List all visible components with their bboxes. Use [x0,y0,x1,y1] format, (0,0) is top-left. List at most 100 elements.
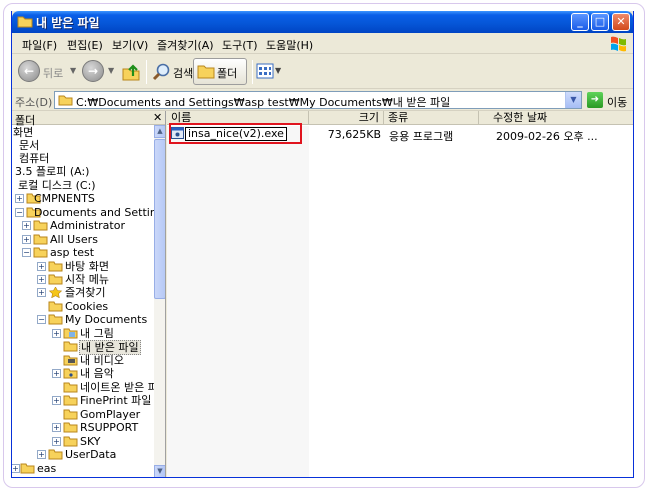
folder-icon [48,261,63,272]
views-icon [256,63,274,79]
tree-item[interactable]: 컴퓨터 [12,152,154,165]
collapse-icon[interactable]: − [37,315,46,324]
folder-open-icon [33,247,48,258]
folder-icon [63,422,78,433]
tree-item-selected[interactable]: 내 받은 파일 [12,340,154,355]
tree-item[interactable]: 3.5 플로피 (A:) [12,165,154,178]
title-bar[interactable]: 내 받은 파일 _ □ ✕ [12,11,633,33]
tree-item-label: My Documents [65,313,148,326]
table-row[interactable]: insa_nice(v2).exe 73,625KB 응용 프로그램 2009-… [167,123,633,144]
address-dropdown-icon[interactable]: ▼ [565,92,581,108]
minimize-button[interactable]: _ [571,13,589,31]
tree-item-label: 즐겨찾기 [65,286,106,299]
column-header-modified[interactable]: 수정한 날짜 [479,111,633,125]
tree-item-label: 시작 메뉴 [65,273,109,286]
forward-arrow-icon[interactable]: → [82,60,104,82]
menu-tools[interactable]: 도구(T) [222,37,258,53]
expand-icon[interactable]: + [37,262,46,271]
tree-vertical-scrollbar[interactable]: ▲ ▼ [154,125,165,477]
window-title: 내 받은 파일 [36,16,100,30]
address-input[interactable]: C:₩Documents and Settings₩asp test₩My Do… [54,91,582,109]
search-icon[interactable] [152,62,172,82]
expand-icon[interactable]: + [52,369,61,378]
back-dropdown-icon[interactable]: ▼ [70,66,76,75]
tree-item-label: FinePrint 파일 [80,394,152,407]
menu-view[interactable]: 보기(V) [112,37,148,53]
expand-icon[interactable]: + [22,221,31,230]
tree-item[interactable]: − Documents and Settings [12,206,154,219]
back-button-label[interactable]: 뒤로 [43,65,63,81]
tree-item[interactable]: + 즐겨찾기 [12,286,154,299]
tree-item[interactable]: + Administrator [12,219,154,232]
close-button[interactable]: ✕ [612,13,630,31]
expand-icon[interactable]: + [37,450,46,459]
tree-item[interactable]: + All Users [12,233,154,246]
collapse-icon[interactable]: − [22,248,31,257]
menu-file[interactable]: 파일(F) [22,37,57,53]
expand-icon[interactable]: + [12,464,20,473]
folder-icon [48,274,63,285]
scroll-thumb[interactable] [154,139,165,299]
tree-item[interactable]: 문서 [12,139,154,152]
expand-icon[interactable]: + [22,235,31,244]
search-button-label[interactable]: 검색 [173,65,193,81]
expand-icon[interactable]: + [15,194,24,203]
tree-item[interactable]: + UserData [12,448,154,461]
column-header-size[interactable]: 크기 [309,111,384,125]
scroll-up-icon[interactable]: ▲ [154,125,165,138]
tree-item[interactable]: 화면 [12,126,154,139]
music-folder-icon [63,368,78,379]
address-path: C:₩Documents and Settings₩asp test₩My Do… [76,96,451,109]
tree-item[interactable]: 내 비디오 [12,354,154,367]
expand-icon[interactable]: + [52,423,61,432]
folders-icon [197,65,215,79]
back-arrow-icon[interactable]: ← [18,60,40,82]
menu-favorites[interactable]: 즐겨찾기(A) [157,37,214,53]
tree-item[interactable]: + 내 그림 [12,327,154,340]
tree-item-label: 네이트온 받은 파 [80,381,154,394]
folders-button-label: 폴더 [217,67,238,80]
folders-button[interactable]: 폴더 [193,58,247,85]
tree-item[interactable]: + 내 음악 [12,367,154,380]
tree-item-label: 화면 [13,126,34,139]
tree-item[interactable]: + 시작 메뉴 [12,273,154,286]
up-folder-icon[interactable] [121,62,141,82]
tree-item[interactable]: − asp test [12,246,154,259]
menu-help[interactable]: 도움말(H) [266,37,313,53]
tree-item[interactable]: 네이트온 받은 파 [12,381,154,394]
collapse-icon[interactable]: − [15,208,24,217]
tree-item[interactable]: GomPlayer [12,408,154,421]
expand-icon[interactable]: + [37,275,46,284]
tree-item[interactable]: − My Documents [12,313,154,326]
maximize-button[interactable]: □ [591,13,609,31]
tree-item-label: 문서 [19,139,40,152]
expand-icon[interactable]: + [52,396,61,405]
tree-item[interactable]: + RSUPPORT [12,421,154,434]
expand-icon[interactable]: + [52,329,61,338]
tree-item[interactable]: Cookies [12,300,154,313]
tree-item-label: GomPlayer [80,408,141,421]
tree-item[interactable]: 로컬 디스크 (C:) [12,179,154,192]
tree-item-label: eas [37,462,57,475]
file-type: 응용 프로그램 [389,130,454,143]
expand-icon[interactable]: + [52,437,61,446]
folder-icon [58,95,73,106]
forward-dropdown-icon[interactable]: ▼ [108,66,114,75]
tree-item[interactable]: + SKY [12,435,154,448]
menu-edit[interactable]: 편집(E) [67,37,103,53]
tree-item-label: 바탕 화면 [65,260,109,273]
go-button-label[interactable]: 이동 [607,94,627,110]
scroll-down-icon[interactable]: ▼ [154,465,165,477]
tree-item[interactable]: + 바탕 화면 [12,260,154,273]
expand-icon[interactable]: + [37,288,46,297]
tree-item[interactable]: + CMPNENTS [12,192,154,205]
go-arrow-icon[interactable]: ➜ [587,92,603,108]
video-folder-icon [63,355,78,366]
tree-item[interactable]: + eas [12,462,154,475]
views-button[interactable]: ▼ [252,61,282,83]
folder-icon [48,301,63,312]
column-header-type[interactable]: 종류 [384,111,479,125]
folder-pane-close-button[interactable]: ✕ [153,111,162,124]
address-label: 주소(D) [15,96,53,109]
tree-item[interactable]: + FinePrint 파일 [12,394,154,407]
